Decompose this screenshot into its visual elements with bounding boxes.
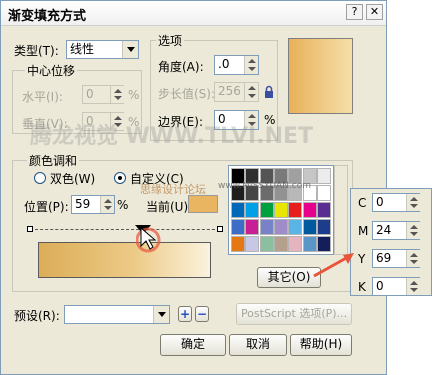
palette-scrollbar[interactable] [334, 165, 348, 255]
angle-label: 角度(A): [158, 60, 204, 74]
preset-label: 预设(R): [14, 309, 60, 323]
callout-arrow-line [313, 255, 349, 278]
cancel-button[interactable]: 取消 [229, 334, 287, 356]
mouse-cursor-icon [136, 226, 161, 253]
two-color-radio[interactable] [34, 172, 46, 184]
ok-button[interactable]: 确定 [160, 334, 226, 356]
palette-swatch[interactable] [273, 202, 288, 218]
dialog-title: 渐变填充方式 [8, 9, 87, 24]
chevron-down-icon[interactable] [153, 306, 169, 323]
palette-swatch[interactable] [316, 202, 331, 218]
watermark-main: 腾龙视觉 WWW.TLVI.NET [30, 124, 314, 149]
gradient-bar[interactable] [38, 242, 211, 278]
palette-swatch[interactable] [273, 219, 288, 235]
cmyk-c-spinner[interactable] [406, 194, 420, 211]
palette-swatch[interactable] [231, 202, 245, 218]
postscript-options-button[interactable]: PostScript 选项(P)... [236, 303, 352, 325]
cmyk-m-spinner[interactable] [406, 222, 420, 239]
palette-swatch[interactable] [273, 236, 288, 252]
position-label: 位置(P): [24, 200, 69, 214]
steps-label: 步长值(S): [158, 87, 216, 101]
options-title: 选项 [156, 32, 185, 49]
center-offset-title: 中心位移 [25, 62, 78, 79]
palette-swatch[interactable] [231, 236, 245, 252]
cmyk-k-spinner[interactable] [406, 278, 420, 295]
cmyk-m-label: M [358, 224, 369, 238]
palette-swatch[interactable] [302, 202, 317, 218]
horizontal-label: 水平(I): [22, 90, 63, 104]
cmyk-y-label: Y [358, 252, 366, 266]
lock-body [265, 91, 273, 98]
palette-swatch[interactable] [259, 202, 274, 218]
help-title-button[interactable]: ? [346, 4, 363, 20]
position-spinner[interactable] [100, 196, 114, 213]
chevron-down-icon[interactable] [122, 41, 138, 58]
gradient-end-marker[interactable] [217, 226, 223, 232]
close-title-button[interactable]: ✕ [366, 4, 383, 20]
palette-swatch[interactable] [259, 219, 274, 235]
palette-swatch[interactable] [245, 236, 260, 252]
horizontal-offset-spinner[interactable] [110, 86, 124, 103]
lock-icon[interactable] [263, 85, 275, 99]
cmyk-y-spinner[interactable] [406, 250, 420, 267]
palette-swatch[interactable] [316, 219, 331, 235]
cmyk-c-label: C [358, 196, 367, 210]
two-color-label: 双色(W) [50, 172, 96, 186]
help-button[interactable]: 帮助(H) [290, 334, 352, 356]
palette-swatch[interactable] [288, 219, 303, 235]
watermark-site: www.MISSYUAN.com [218, 181, 312, 191]
remove-preset-icon[interactable]: − [195, 306, 209, 322]
palette-swatch[interactable] [259, 236, 274, 252]
steps-spinner[interactable] [244, 83, 258, 101]
gradient-start-marker[interactable] [27, 226, 33, 232]
horizontal-unit: % [128, 88, 140, 102]
angle-spinner[interactable] [244, 56, 258, 74]
color-palette [228, 165, 334, 255]
palette-swatch[interactable] [316, 185, 331, 201]
palette-swatch[interactable] [231, 219, 245, 235]
color-blend-title: 颜色调和 [27, 152, 80, 169]
custom-radio[interactable] [114, 172, 126, 184]
add-preset-icon[interactable]: + [178, 306, 192, 322]
palette-swatch[interactable] [288, 202, 303, 218]
palette-swatch[interactable] [288, 236, 303, 252]
position-unit: % [117, 198, 129, 212]
palette-swatch[interactable] [245, 219, 260, 235]
palette-swatch[interactable] [302, 219, 317, 235]
lock-shackle [265, 85, 273, 91]
palette-swatch[interactable] [245, 202, 260, 218]
gradient-preview [288, 38, 353, 114]
cmyk-k-label: K [358, 280, 366, 294]
watermark-forum: 思缘设计论坛 [140, 183, 206, 196]
current-color-swatch[interactable] [188, 195, 218, 213]
callout-arrow-icon [313, 253, 354, 278]
gradient-track [30, 229, 220, 230]
palette-swatch[interactable] [316, 168, 331, 184]
type-label: 类型(T): [14, 44, 59, 58]
current-label: 当前(U): [146, 200, 193, 214]
